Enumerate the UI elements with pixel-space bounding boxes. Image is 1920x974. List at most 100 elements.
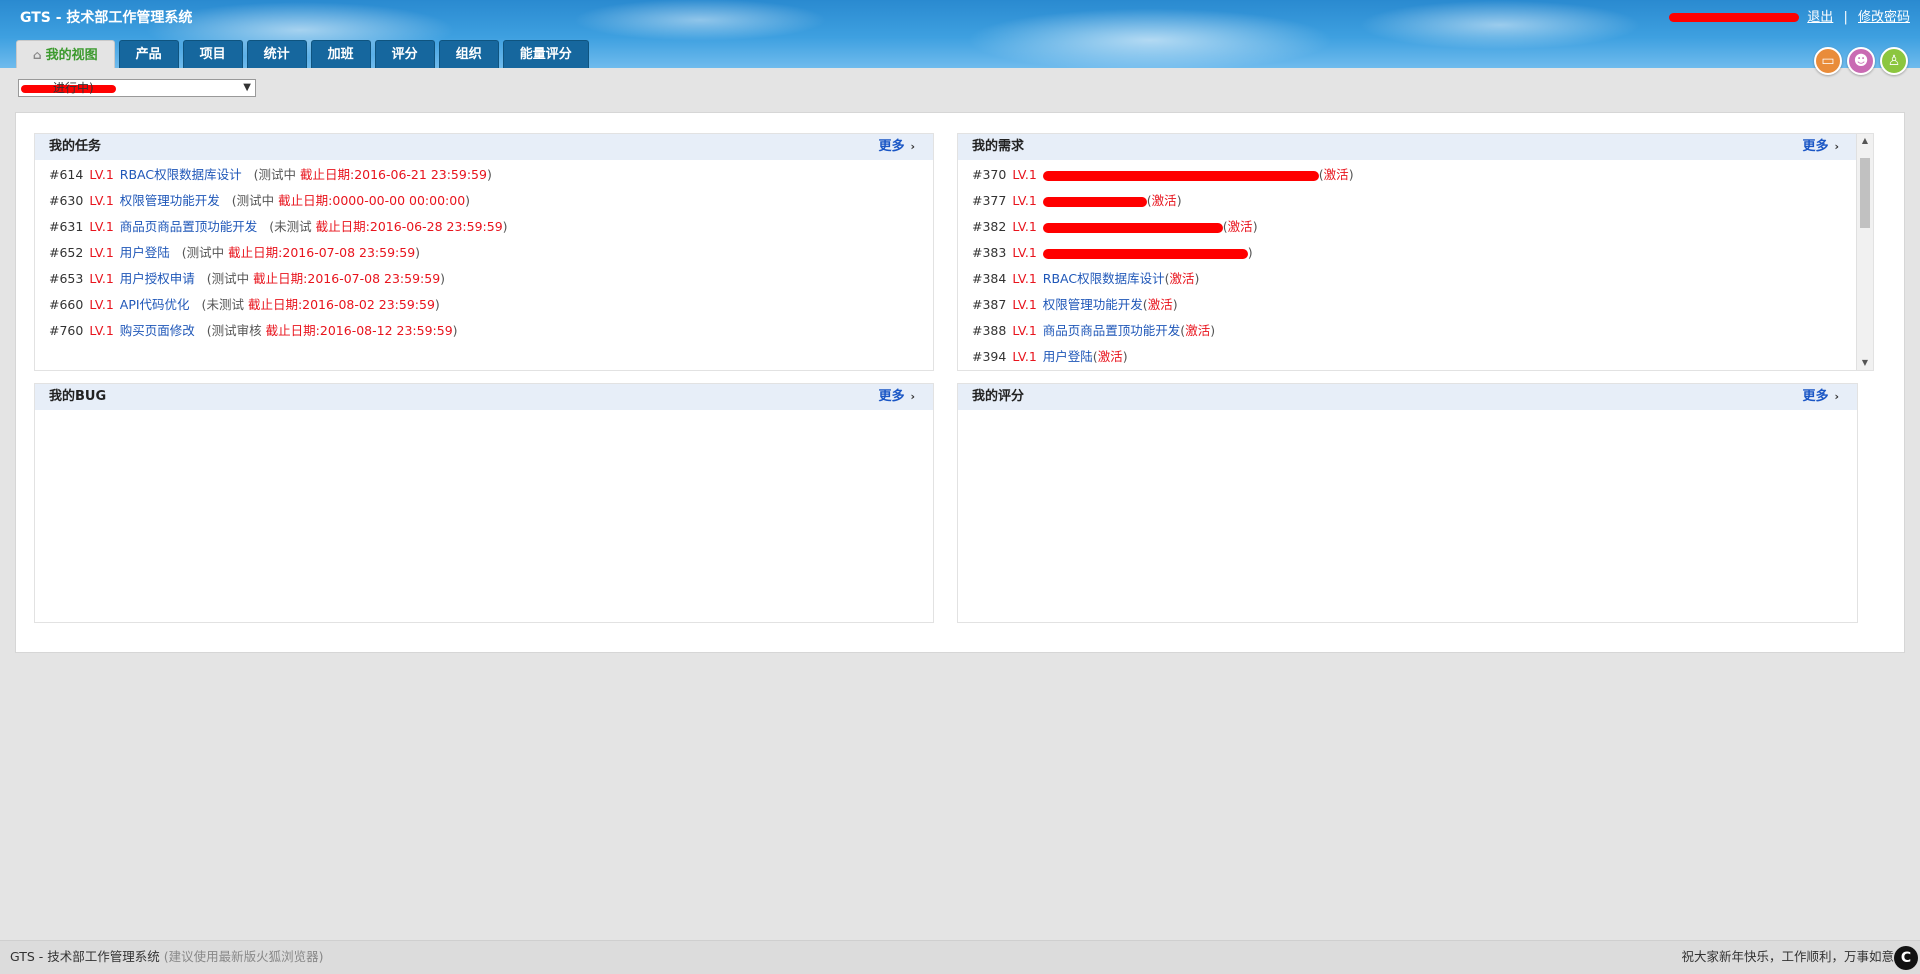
- footer: GTS - 技术部工作管理系统 (建议使用最新版火狐浏览器) 祝大家新年快乐，工…: [0, 940, 1920, 974]
- task-link[interactable]: 商品页商品置顶功能开发: [120, 219, 258, 234]
- teacher-icon[interactable]: ♙: [1880, 47, 1908, 75]
- my-scores-header: 我的评分 更多 ›: [958, 384, 1857, 410]
- requirement-status: 激活: [1323, 167, 1349, 182]
- my-tasks-block: 我的任务 更多 › #614 LV.1 RBAC权限数据库设计 (测试中 截止日期…: [34, 133, 934, 371]
- my-tasks-title: 我的任务: [49, 139, 102, 154]
- requirements-more-link[interactable]: 更多 ›: [1802, 134, 1839, 160]
- tab-rating[interactable]: 评分: [374, 40, 435, 68]
- task-status: 测试审核: [211, 323, 262, 338]
- task-link[interactable]: 用户登陆: [120, 245, 170, 260]
- project-select[interactable]: 进行中) ▼: [18, 79, 256, 97]
- requirement-level: LV.1: [1012, 323, 1037, 338]
- dashboard-panel: 我的任务 更多 › #614 LV.1 RBAC权限数据库设计 (测试中 截止日期…: [15, 112, 1905, 653]
- task-link[interactable]: API代码优化: [120, 297, 190, 312]
- requirement-link[interactable]: 权限管理功能开发: [1043, 297, 1143, 312]
- task-level: LV.1: [89, 323, 114, 338]
- task-deadline: 截止日期:2016-07-08 23:59:59: [253, 271, 441, 286]
- bugs-more-link[interactable]: 更多 ›: [878, 384, 915, 410]
- requirement-status: 激活: [1169, 271, 1195, 286]
- task-deadline: 截止日期:2016-08-02 23:59:59: [247, 297, 435, 312]
- footer-app-name: GTS - 技术部工作管理系统: [10, 949, 160, 964]
- chevron-right-icon: ›: [910, 140, 915, 153]
- task-status: 未测试: [274, 219, 312, 234]
- task-level: LV.1: [89, 245, 114, 260]
- task-id: #760: [49, 323, 84, 338]
- scroll-up-icon[interactable]: ▲: [1857, 134, 1873, 148]
- task-deadline: 截止日期:2016-06-28 23:59:59: [315, 219, 503, 234]
- task-row: #660 LV.1 API代码优化 (未测试 截止日期:2016-08-02 2…: [49, 297, 440, 312]
- task-link[interactable]: RBAC权限数据库设计: [120, 167, 242, 182]
- requirement-row: #370 LV.1 (激活): [972, 167, 1354, 182]
- requirement-status: 激活: [1151, 193, 1177, 208]
- header-banner: GTS - 技术部工作管理系统 退出 | 修改密码 ⌂ 我的视图 产品 项目 统计…: [0, 0, 1920, 75]
- logout-link[interactable]: 退出: [1807, 10, 1833, 25]
- requirement-level: LV.1: [1012, 297, 1037, 312]
- footer-greeting: 祝大家新年快乐，工作顺利，万事如意: [1681, 949, 1894, 964]
- requirement-row: #387 LV.1 权限管理功能开发(激活): [972, 297, 1178, 312]
- home-icon: ⌂: [33, 48, 42, 62]
- tab-organization[interactable]: 组织: [438, 40, 499, 68]
- tab-project[interactable]: 项目: [182, 40, 243, 68]
- my-bugs-block: 我的BUG 更多 ›: [34, 383, 934, 623]
- requirement-status: 激活: [1227, 219, 1253, 234]
- requirement-id: #370: [972, 167, 1007, 182]
- requirements-scrollbar[interactable]: ▲ ▼: [1856, 134, 1873, 370]
- task-row: #614 LV.1 RBAC权限数据库设计 (测试中 截止日期:2016-06-…: [49, 167, 492, 182]
- task-level: LV.1: [89, 219, 114, 234]
- task-row: #630 LV.1 权限管理功能开发 (测试中 截止日期:0000-00-00 …: [49, 193, 471, 208]
- requirement-level: LV.1: [1012, 167, 1037, 182]
- requirement-link[interactable]: 用户登陆: [1043, 349, 1093, 364]
- my-tasks-header: 我的任务 更多 ›: [35, 134, 933, 160]
- requirement-link[interactable]: RBAC权限数据库设计: [1043, 271, 1165, 286]
- requirement-id: #382: [972, 219, 1007, 234]
- tab-energy-rating[interactable]: 能量评分: [502, 40, 589, 68]
- requirement-status: 激活: [1185, 323, 1211, 338]
- task-status: 测试中: [258, 167, 296, 182]
- scroll-down-icon[interactable]: ▼: [1857, 356, 1873, 370]
- task-deadline: 截止日期:2016-07-08 23:59:59: [228, 245, 416, 260]
- task-level: LV.1: [89, 193, 114, 208]
- tab-my-view[interactable]: ⌂ 我的视图: [16, 40, 115, 68]
- requirement-level: LV.1: [1012, 349, 1037, 364]
- my-requirements-title: 我的需求: [972, 139, 1025, 154]
- my-scores-block: 我的评分 更多 ›: [957, 383, 1858, 623]
- scores-more-link[interactable]: 更多 ›: [1802, 384, 1839, 410]
- user-icon[interactable]: ☻: [1847, 47, 1875, 75]
- task-status: 测试中: [186, 245, 225, 260]
- task-row: #631 LV.1 商品页商品置顶功能开发 (未测试 截止日期:2016-06-…: [49, 219, 508, 234]
- redacted-requirement-name: [1042, 248, 1248, 259]
- requirement-id: #384: [972, 271, 1007, 286]
- change-password-link[interactable]: 修改密码: [1858, 10, 1910, 25]
- task-link[interactable]: 用户授权申请: [120, 271, 195, 286]
- tab-statistics[interactable]: 统计: [246, 40, 307, 68]
- monitor-icon[interactable]: ▭: [1814, 47, 1842, 75]
- project-select-value: 进行中): [53, 81, 94, 95]
- header-icon-group: ▭ ☻ ♙: [1814, 47, 1908, 75]
- requirement-status: 激活: [1147, 297, 1173, 312]
- task-link[interactable]: 权限管理功能开发: [120, 193, 220, 208]
- app-title: GTS - 技术部工作管理系统: [20, 10, 193, 26]
- task-id: #631: [49, 219, 84, 234]
- task-deadline: 截止日期:0000-00-00 00:00:00: [278, 193, 466, 208]
- task-deadline: 截止日期:2016-08-12 23:59:59: [265, 323, 453, 338]
- requirement-level: LV.1: [1012, 193, 1037, 208]
- tab-overtime[interactable]: 加班: [310, 40, 371, 68]
- requirement-id: #377: [972, 193, 1007, 208]
- corner-app-icon[interactable]: C: [1894, 946, 1918, 970]
- requirement-level: LV.1: [1012, 219, 1037, 234]
- redacted-requirement-name: [1042, 222, 1223, 233]
- requirement-link[interactable]: 商品页商品置顶功能开发: [1043, 323, 1181, 338]
- tasks-more-link[interactable]: 更多 ›: [878, 134, 915, 160]
- requirement-row: #377 LV.1 (激活): [972, 193, 1182, 208]
- task-link[interactable]: 购买页面修改: [120, 323, 195, 338]
- task-status: 测试中: [211, 271, 250, 286]
- task-row: #652 LV.1 用户登陆 (测试中 截止日期:2016-07-08 23:5…: [49, 245, 421, 260]
- task-row: #653 LV.1 用户授权申请 (测试中 截止日期:2016-07-08 23…: [49, 271, 446, 286]
- scrollbar-thumb[interactable]: [1860, 158, 1870, 228]
- tasks-list: #614 LV.1 RBAC权限数据库设计 (测试中 截止日期:2016-06-…: [35, 160, 933, 344]
- chevron-right-icon: ›: [1834, 390, 1839, 403]
- tab-product[interactable]: 产品: [118, 40, 179, 68]
- requirement-row: #394 LV.1 用户登陆(激活): [972, 349, 1128, 364]
- task-deadline: 截止日期:2016-06-21 23:59:59: [299, 167, 487, 182]
- link-separator: |: [1843, 10, 1848, 25]
